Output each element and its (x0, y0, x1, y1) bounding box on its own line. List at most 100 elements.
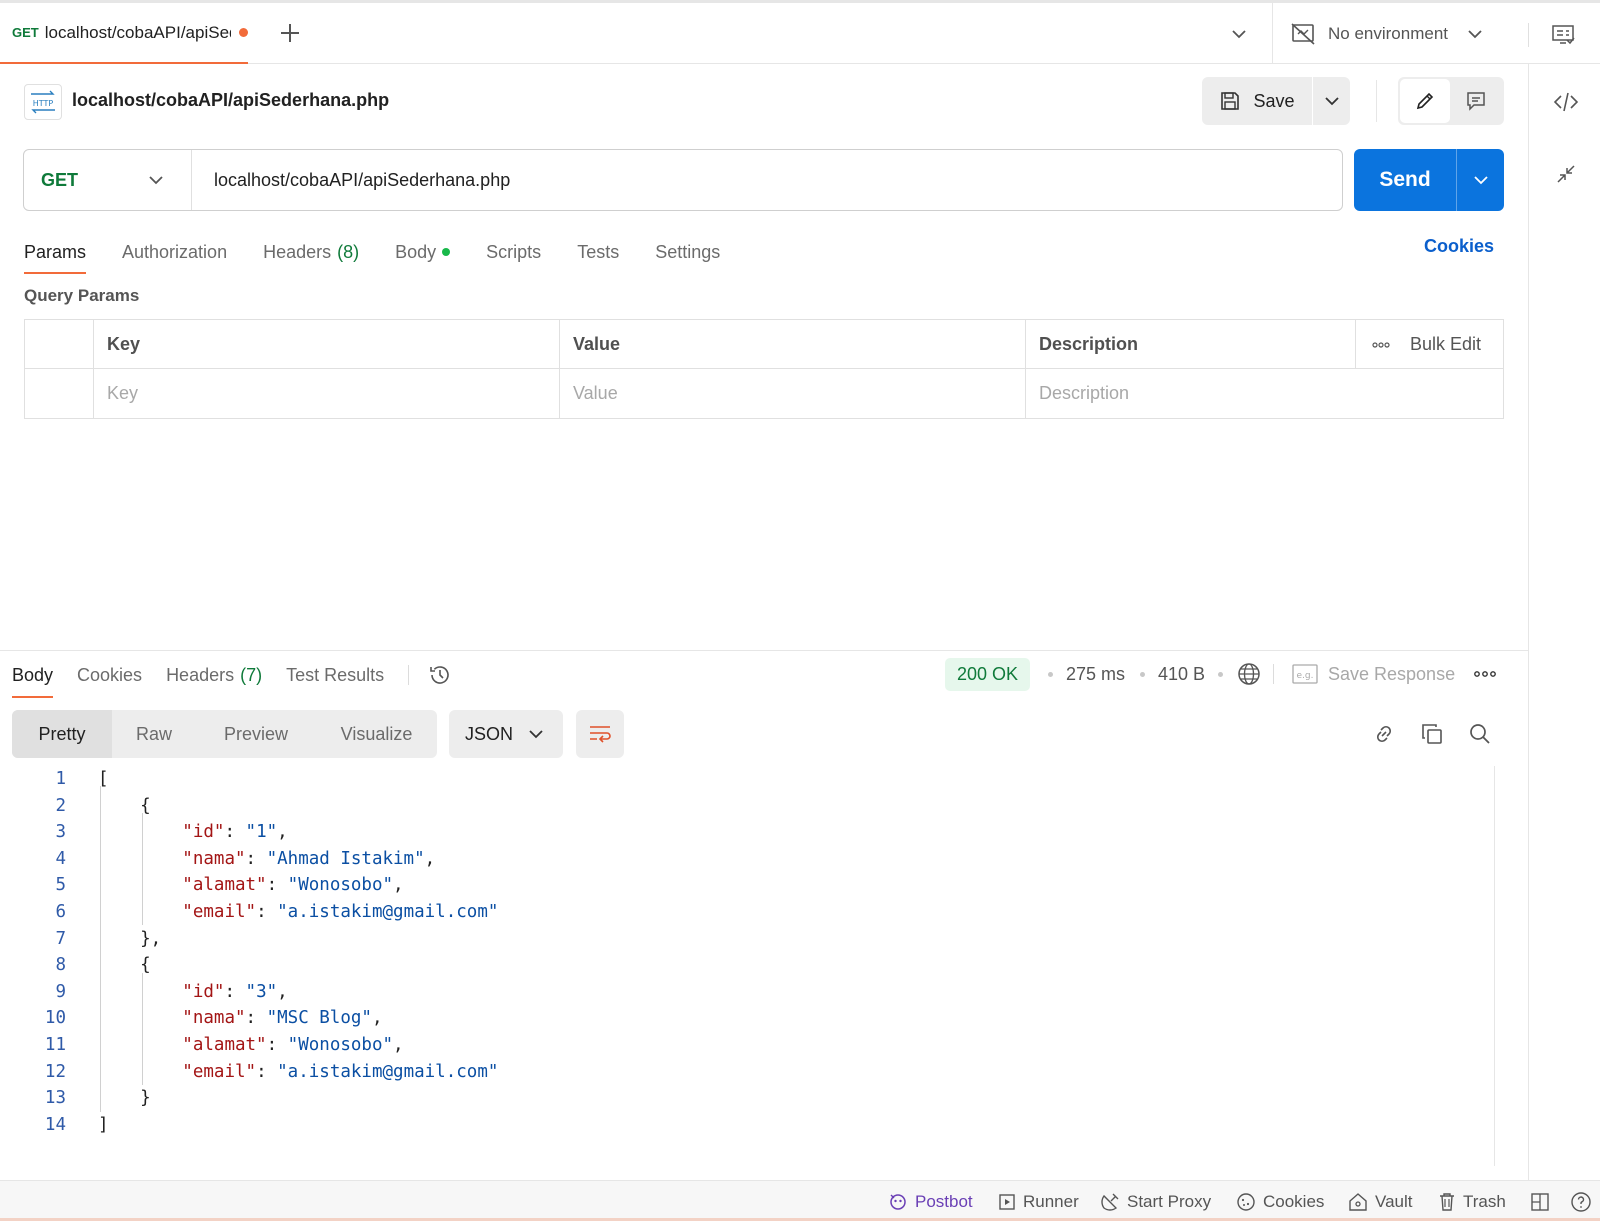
url-input[interactable]: localhost/cobaAPI/apiSederhana.php (192, 150, 1342, 210)
separator-dot (1048, 672, 1053, 677)
json-string: "Ahmad Istakim" (266, 848, 425, 869)
line-number: 14 (44, 1114, 66, 1135)
request-title[interactable]: localhost/cobaAPI/apiSederhana.php (72, 90, 389, 111)
start-proxy-label: Start Proxy (1127, 1192, 1212, 1211)
tab-settings[interactable]: Settings (655, 234, 720, 270)
json-punctuation: : (245, 1008, 267, 1029)
json-punctuation: , (393, 1035, 404, 1055)
help-icon[interactable] (1570, 1190, 1592, 1214)
tab-label: Body (12, 664, 54, 685)
json-key: "id" (182, 981, 225, 1002)
line-content: } (98, 1085, 151, 1112)
save-response-button[interactable]: e.g. Save Response (1292, 660, 1455, 688)
eg-badge-text: e.g. (1297, 671, 1314, 681)
trash-button[interactable]: Trash (1438, 1190, 1506, 1214)
cookies-button[interactable]: Cookies (1236, 1190, 1324, 1214)
separator-dot (1140, 672, 1145, 677)
collapse-arrows-icon[interactable] (1552, 160, 1580, 188)
code-snippet-icon[interactable] (1550, 86, 1582, 118)
pencil-icon[interactable] (1400, 79, 1450, 123)
save-response-label: Save Response (1328, 663, 1456, 684)
tab-label: Settings (655, 241, 721, 262)
method-select[interactable]: GET (24, 150, 192, 210)
send-button[interactable]: Send (1354, 149, 1456, 211)
status-badge[interactable]: 200 OK (945, 658, 1031, 691)
key-input[interactable]: Key (93, 369, 559, 418)
format-select[interactable]: JSON (449, 710, 563, 758)
json-string: "Wonosobo" (287, 875, 394, 896)
line-number: 13 (44, 1088, 66, 1109)
tab-bar: GET localhost/cobaAPI/apiSederhana.php N… (0, 0, 1600, 64)
query-params-table: Key Value Description Bulk Edit Key Valu… (24, 319, 1504, 419)
response-size[interactable]: 410 B (1158, 664, 1205, 685)
tab-response-cookies[interactable]: Cookies (77, 658, 142, 692)
tab-response-headers[interactable]: Headers (7) (166, 658, 262, 692)
copy-icon[interactable] (1418, 720, 1446, 748)
line-content: [ (98, 766, 109, 793)
more-options-icon[interactable] (1472, 664, 1498, 684)
no-environment-icon (1290, 22, 1316, 46)
send-options-chevron-down-icon[interactable] (1457, 149, 1504, 211)
tab-body[interactable]: Body (395, 234, 451, 270)
tab-scripts[interactable]: Scripts (486, 234, 541, 270)
json-string: "Wonosobo" (287, 1035, 394, 1055)
json-key: "email" (182, 1061, 257, 1082)
postbot-button[interactable]: Postbot (888, 1190, 973, 1214)
tab-label: Body (395, 241, 437, 262)
two-pane-toggle-icon[interactable] (1530, 1190, 1550, 1214)
tab-authorization[interactable]: Authorization (122, 234, 227, 270)
new-tab-plus-icon[interactable] (276, 19, 304, 47)
tab-tests[interactable]: Tests (577, 234, 619, 270)
tab-test-results[interactable]: Test Results (286, 658, 384, 692)
search-icon[interactable] (1466, 720, 1494, 748)
more-options-icon[interactable] (1372, 341, 1390, 349)
tab-label: Headers (166, 664, 235, 685)
response-body-code[interactable]: 1 [2 {3 "id": "1", 4 "nama": "Ahmad Istaki… (0, 766, 1500, 1146)
line-number: 1 (55, 769, 66, 789)
tab-params[interactable]: Params (24, 234, 87, 274)
bulk-edit-button[interactable]: Bulk Edit (1410, 334, 1481, 355)
start-proxy-button[interactable]: Start Proxy (1100, 1190, 1211, 1214)
divider (408, 665, 410, 685)
body-indicator-dot (442, 248, 451, 256)
globe-icon[interactable] (1235, 660, 1263, 688)
view-mode-group (1398, 77, 1504, 125)
line-number: 4 (55, 848, 66, 869)
satellite-icon (1100, 1192, 1120, 1212)
description-input[interactable]: Description (1025, 369, 1503, 418)
json-punctuation: , (393, 875, 404, 896)
save-label: Save (1253, 90, 1295, 111)
environment-selector[interactable]: No environment (1290, 17, 1484, 51)
line-content: "email": "a.istakim@gmail.com" (98, 899, 498, 926)
json-punctuation (98, 875, 182, 895)
history-icon[interactable] (427, 662, 453, 688)
response-time[interactable]: 275 ms (1066, 664, 1125, 685)
send-button-group: Send (1354, 149, 1504, 211)
tab-label: Tests (577, 241, 620, 262)
tab-headers[interactable]: Headers (8) (263, 234, 359, 270)
tab-response-body[interactable]: Body (12, 658, 54, 698)
environment-quick-look-icon[interactable] (1548, 21, 1578, 49)
view-preview[interactable]: Preview (196, 710, 316, 758)
view-pretty[interactable]: Pretty (12, 710, 112, 758)
runner-button[interactable]: Runner (998, 1190, 1079, 1214)
cookies-link[interactable]: Cookies (1424, 236, 1494, 257)
request-tab[interactable]: GET localhost/cobaAPI/apiSederhana.php (0, 3, 248, 64)
code-scrollbar-track (1494, 766, 1495, 1166)
wrap-lines-icon[interactable] (576, 710, 624, 758)
json-punctuation (98, 822, 182, 842)
comment-icon[interactable] (1450, 79, 1502, 123)
view-visualize[interactable]: Visualize (316, 710, 437, 758)
vault-button[interactable]: Vault (1348, 1190, 1413, 1214)
view-raw[interactable]: Raw (112, 710, 196, 758)
json-punctuation: : (266, 875, 288, 896)
json-punctuation (98, 1008, 182, 1028)
value-input[interactable]: Value (559, 369, 1025, 418)
save-button[interactable]: Save (1202, 77, 1312, 125)
link-icon[interactable] (1370, 720, 1398, 748)
tabs-chevron-down-icon[interactable] (1226, 21, 1252, 47)
json-punctuation: { (98, 795, 151, 816)
json-key: "alamat" (182, 1035, 267, 1055)
save-options-chevron-down-icon[interactable] (1313, 77, 1350, 125)
line-content: { (98, 793, 151, 820)
